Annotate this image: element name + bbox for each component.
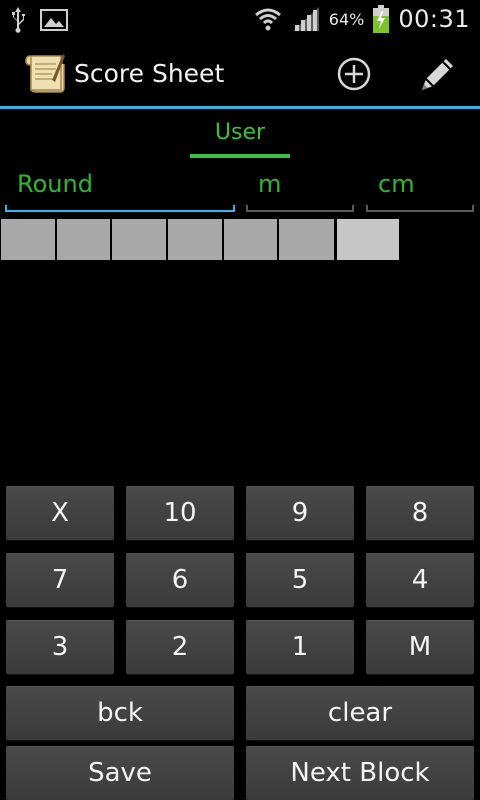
round-field-tick-left [5,205,7,212]
app-title: Score Sheet [74,59,225,88]
cm-field[interactable]: cm [366,168,474,212]
clock: 00:31 [398,5,470,33]
cm-field-underline [366,210,474,212]
status-bar: 64% 00:31 [0,0,480,38]
key-4[interactable]: 4 [366,553,474,607]
next-block-button[interactable]: Next Block [246,746,474,800]
key-10[interactable]: 10 [126,486,234,540]
score-cell[interactable] [57,219,110,260]
image-notification-icon [40,9,68,31]
score-cell[interactable] [168,219,222,260]
cm-field-tick-left [366,205,368,212]
scroll-app-icon [25,54,65,93]
score-cell[interactable] [279,219,334,260]
tab-user[interactable]: User [190,116,290,160]
key-6[interactable]: 6 [126,553,234,607]
wifi-icon [254,8,281,31]
score-cell[interactable] [1,219,55,260]
m-field-underline [246,210,354,212]
backspace-button[interactable]: bck [6,686,234,740]
key-x[interactable]: X [6,486,114,540]
edit-pencil-icon[interactable] [416,52,460,96]
score-cell-active[interactable] [337,219,399,260]
key-5[interactable]: 5 [246,553,354,607]
m-field-hint: m [258,170,282,198]
m-field[interactable]: m [246,168,354,212]
score-cells-row [0,219,480,260]
battery-charging-icon [373,5,390,33]
key-8[interactable]: 8 [366,486,474,540]
cm-field-hint: cm [378,170,415,198]
signal-icon [292,7,319,31]
action-bar: Score Sheet [0,40,480,106]
key-2[interactable]: 2 [126,620,234,674]
score-cell[interactable] [112,219,166,260]
key-m[interactable]: M [366,620,474,674]
key-3[interactable]: 3 [6,620,114,674]
battery-percent: 64% [328,9,365,29]
m-field-tick-right [352,205,354,212]
tab-user-label: User [214,120,266,145]
save-button[interactable]: Save [6,746,234,800]
key-7[interactable]: 7 [6,553,114,607]
round-field-hint: Round [17,170,93,198]
cm-field-tick-right [472,205,474,212]
score-cell[interactable] [224,219,277,260]
usb-icon [12,7,25,33]
action-bar-divider [0,106,480,109]
round-field[interactable]: Round [5,168,235,212]
add-icon[interactable] [336,56,372,92]
key-9[interactable]: 9 [246,486,354,540]
m-field-tick-left [246,205,248,212]
round-field-underline [5,210,235,212]
round-field-tick-right [233,205,235,212]
key-1[interactable]: 1 [246,620,354,674]
clear-button[interactable]: clear [246,686,474,740]
tab-indicator [190,154,290,158]
